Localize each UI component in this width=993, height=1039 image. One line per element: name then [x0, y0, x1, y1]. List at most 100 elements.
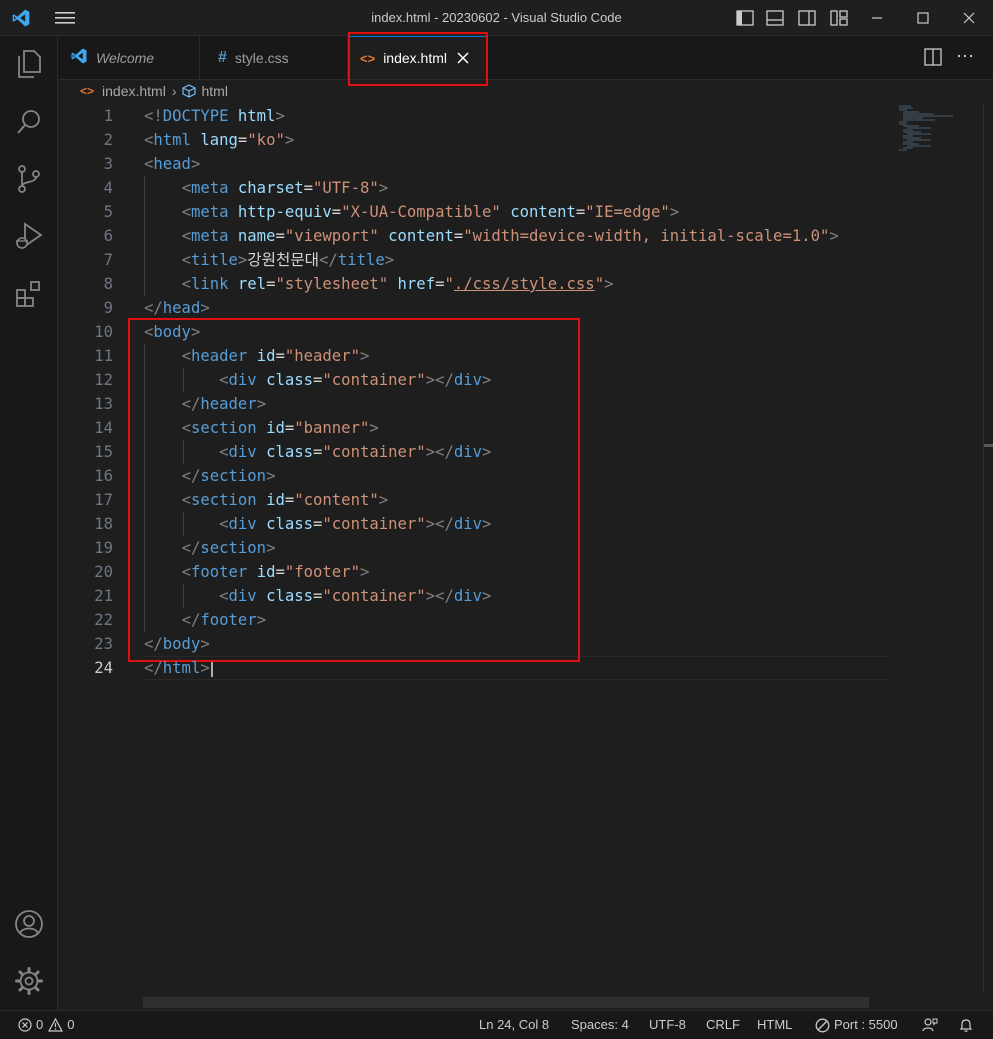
customize-layout-icon[interactable] [828, 0, 850, 35]
code-token: </ [144, 659, 163, 677]
code-line[interactable]: 17 <section id="content"> [58, 488, 890, 512]
run-and-debug-icon[interactable] [0, 212, 57, 260]
more-actions-icon[interactable]: ⋯ [956, 46, 975, 67]
code-line[interactable]: 21 <div class="container"></div> [58, 584, 890, 608]
code-line[interactable]: 22 </footer> [58, 608, 890, 632]
toggle-panel-icon[interactable] [764, 0, 786, 35]
code-token: > [369, 419, 379, 437]
code-line[interactable]: 14 <section id="banner"> [58, 416, 890, 440]
code-token: < [181, 491, 191, 509]
code-line[interactable]: 20 <footer id="footer"> [58, 560, 890, 584]
code-token: header [200, 395, 257, 413]
line-number: 15 [94, 443, 113, 461]
tab-welcome[interactable]: Welcome [58, 36, 200, 79]
problems-indicator[interactable]: 0 0 [18, 1011, 74, 1039]
code-token: <! [144, 107, 163, 125]
code-token: "container" [322, 587, 426, 605]
code-token: 강원천문대 [247, 251, 320, 269]
close-icon[interactable] [954, 0, 984, 35]
code-line[interactable]: 8 <link rel="stylesheet" href="./css/sty… [58, 272, 890, 296]
code-token: = [284, 491, 295, 509]
code-token: html [153, 131, 191, 149]
code-text: </section> [144, 536, 276, 560]
code-token: = [237, 131, 248, 149]
code-token: div [228, 587, 257, 605]
vertical-scrollbar[interactable] [983, 104, 993, 994]
code-line[interactable]: 3 <head> [58, 152, 890, 176]
code-token: > [359, 563, 370, 581]
code-token: http-equiv [237, 203, 332, 221]
code-line[interactable]: 10 <body> [58, 320, 890, 344]
code-token: </ [181, 539, 201, 557]
maximize-icon[interactable] [908, 0, 938, 35]
line-number: 22 [94, 611, 113, 629]
code-token: < [181, 563, 191, 581]
code-line[interactable]: 7 <title>강원천문대</title> [58, 248, 890, 272]
settings-gear-icon[interactable] [0, 957, 57, 1005]
code-line[interactable]: 19 </section> [58, 536, 890, 560]
toggle-primary-sidebar-icon[interactable] [734, 0, 756, 35]
code-text: <section id="content"> [144, 488, 389, 512]
search-icon[interactable] [0, 98, 57, 146]
code-line[interactable]: 16 </section> [58, 464, 890, 488]
minimap[interactable] [895, 104, 993, 152]
code-token: title [190, 251, 238, 269]
explorer-icon[interactable] [0, 40, 57, 88]
code-text: <div class="container"></div> [144, 512, 491, 536]
code-token: > [482, 515, 492, 533]
code-line[interactable]: 5 <meta http-equiv="X-UA-Compatible" con… [58, 200, 890, 224]
code-line[interactable]: 6 <meta name="viewport" content="width=d… [58, 224, 890, 248]
source-control-icon[interactable] [0, 155, 57, 203]
code-line[interactable]: 18 <div class="container"></div> [58, 512, 890, 536]
code-line[interactable]: 23 </body> [58, 632, 890, 656]
code-line[interactable]: 9 </head> [58, 296, 890, 320]
port-label: Port : 5500 [834, 1017, 898, 1032]
warning-count: 0 [67, 1017, 75, 1032]
accounts-icon[interactable] [0, 900, 57, 948]
code-token: DOCTYPE [162, 107, 229, 125]
code-line[interactable]: 12 <div class="container"></div> [58, 368, 890, 392]
code-line[interactable]: 4 <meta charset="UTF-8"> [58, 176, 890, 200]
language-mode[interactable]: HTML [757, 1011, 792, 1039]
line-number: 1 [103, 107, 113, 125]
code-token: "content" [294, 491, 379, 509]
code-token: = [275, 227, 285, 245]
toggle-secondary-sidebar-icon[interactable] [796, 0, 818, 35]
code-line[interactable]: 24 </html> [58, 656, 890, 680]
end-of-line[interactable]: CRLF [706, 1011, 740, 1039]
code-editor[interactable]: 1 <!DOCTYPE html > 2 <html lang="ko"> 3 <head>… [58, 104, 890, 994]
code-line[interactable]: 11 <header id="header"> [58, 344, 890, 368]
code-line[interactable]: 13 </header> [58, 392, 890, 416]
live-server-port[interactable]: Port : 5500 [815, 1011, 898, 1039]
line-number: 18 [94, 515, 113, 533]
code-token: < [181, 251, 191, 269]
indentation[interactable]: Spaces: 4 [571, 1011, 629, 1039]
encoding[interactable]: UTF-8 [649, 1011, 686, 1039]
horizontal-scrollbar[interactable] [143, 997, 869, 1008]
extensions-icon[interactable] [0, 270, 57, 318]
code-text: <link rel="stylesheet" href="./css/style… [144, 272, 614, 296]
minimize-icon[interactable] [862, 0, 892, 35]
cursor-position[interactable]: Ln 24, Col 8 [479, 1011, 549, 1039]
code-line[interactable]: 15 <div class="container"></div> [58, 440, 890, 464]
code-token: class [266, 371, 314, 389]
code-token: href [397, 275, 436, 293]
notifications-bell-icon[interactable] [958, 1011, 974, 1039]
line-number: 20 [94, 563, 113, 581]
code-line[interactable]: 2 <html lang="ko"> [58, 128, 890, 152]
breadcrumb-file[interactable]: index.html [102, 83, 166, 99]
code-token: > [256, 611, 267, 629]
code-token: "container" [322, 443, 426, 461]
split-editor-icon[interactable] [924, 48, 942, 71]
tab-style-css[interactable]: # style.css [200, 36, 348, 79]
code-token: < [181, 203, 191, 221]
code-line[interactable]: 1 <!DOCTYPE html> [58, 104, 890, 128]
warning-icon [48, 1018, 64, 1032]
feedback-icon[interactable] [922, 1011, 938, 1039]
line-number: 14 [94, 419, 113, 437]
breadcrumb-element[interactable]: html [202, 83, 228, 99]
